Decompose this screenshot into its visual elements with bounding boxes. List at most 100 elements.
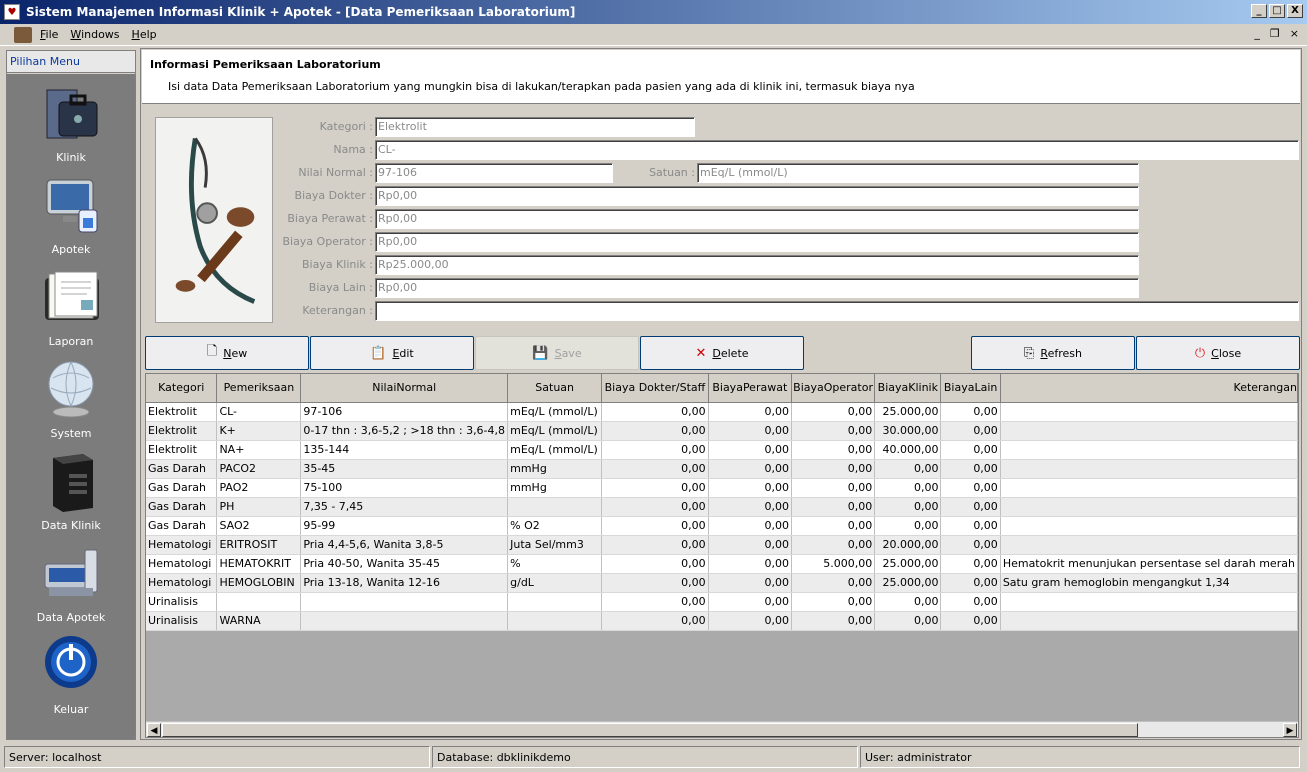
table-cell[interactable]: 0,00 — [874, 497, 942, 517]
biaya-lain-field[interactable]: Rp0,00 — [375, 278, 1139, 298]
table-cell[interactable]: Gas Darah — [146, 459, 218, 479]
table-cell[interactable]: 0,00 — [940, 592, 1001, 612]
table-cell[interactable]: 0,00 — [708, 611, 792, 631]
table-cell[interactable]: 0,00 — [791, 497, 876, 517]
table-row[interactable]: Gas Darah PAO2 75-100 mmHg 0,00 0,00 0,00 0,00 0… — [146, 478, 1298, 498]
table-cell[interactable]: 0,00 — [601, 611, 709, 631]
scrollbar-thumb[interactable] — [162, 723, 1138, 737]
table-cell[interactable]: 0,00 — [601, 440, 709, 460]
table-cell[interactable]: 0,00 — [601, 478, 709, 498]
menu-file[interactable]: File — [40, 28, 58, 41]
table-cell[interactable]: Pria 13-18, Wanita 12-16 — [300, 573, 509, 593]
table-cell[interactable]: Elektrolit — [146, 440, 218, 460]
table-cell[interactable]: 0,00 — [791, 592, 876, 612]
table-cell[interactable]: 135-144 — [300, 440, 509, 460]
table-cell[interactable] — [1000, 497, 1298, 517]
table-row[interactable]: Elektrolit K+ 0-17 thn : 3,6-5,2 ; >18 thn… — [146, 421, 1298, 441]
table-cell[interactable] — [1000, 478, 1298, 498]
table-cell[interactable]: mEq/L (mmol/L) — [507, 421, 603, 441]
kategori-field[interactable]: Elektrolit — [375, 117, 695, 137]
table-row[interactable]: Hematologi HEMOGLOBIN Pria 13-18, Wanita 1… — [146, 573, 1298, 593]
save-button[interactable]: 💾 Save — [475, 336, 639, 370]
mdi-close-button[interactable]: × — [1290, 27, 1299, 40]
table-cell[interactable]: 0,00 — [601, 497, 709, 517]
table-cell[interactable]: 25.000,00 — [874, 402, 942, 422]
nama-field[interactable]: CL- — [375, 140, 1299, 160]
table-cell[interactable]: 0,00 — [874, 516, 942, 536]
table-cell[interactable]: 0,00 — [940, 611, 1001, 631]
table-cell[interactable]: 0,00 — [601, 402, 709, 422]
table-cell[interactable]: Elektrolit — [146, 402, 218, 422]
sidebar-item-data-klinik[interactable]: Data Klinik — [7, 446, 135, 538]
refresh-button[interactable]: ⎘ Refresh — [971, 336, 1135, 370]
edit-button[interactable]: 📋 Edit — [310, 336, 474, 370]
table-cell[interactable]: 0,00 — [601, 592, 709, 612]
table-cell[interactable]: 0,00 — [940, 478, 1001, 498]
mdi-restore-button[interactable]: ❐ — [1270, 27, 1280, 40]
delete-button[interactable]: ✕ Delete — [640, 336, 804, 370]
table-cell[interactable]: Gas Darah — [146, 516, 218, 536]
biaya-dokter-field[interactable]: Rp0,00 — [375, 186, 1139, 206]
nilai-normal-field[interactable]: 97-106 — [375, 163, 613, 183]
table-cell[interactable]: Pria 40-50, Wanita 35-45 — [300, 554, 509, 574]
table-cell[interactable]: 0,00 — [601, 459, 709, 479]
column-header[interactable]: Pemeriksaan — [216, 374, 302, 403]
table-cell[interactable]: 0,00 — [874, 478, 942, 498]
table-cell[interactable]: Hematokrit menunjukan persentase sel dar… — [1000, 554, 1298, 574]
table-cell[interactable]: PACO2 — [216, 459, 302, 479]
table-cell[interactable]: 0,00 — [708, 497, 792, 517]
table-cell[interactable]: Elektrolit — [146, 421, 218, 441]
table-cell[interactable]: 0,00 — [601, 573, 709, 593]
table-cell[interactable] — [1000, 516, 1298, 536]
table-cell[interactable]: 0,00 — [708, 592, 792, 612]
minimize-button[interactable]: _ — [1251, 4, 1267, 18]
table-cell[interactable]: Gas Darah — [146, 497, 218, 517]
table-cell[interactable]: 35-45 — [300, 459, 509, 479]
table-cell[interactable]: 0,00 — [940, 497, 1001, 517]
table-cell[interactable]: 0,00 — [601, 554, 709, 574]
column-header[interactable]: BiayaLain — [940, 374, 1001, 403]
keterangan-field[interactable] — [375, 301, 1299, 321]
table-cell[interactable]: K+ — [216, 421, 302, 441]
table-cell[interactable]: 0,00 — [601, 516, 709, 536]
table-cell[interactable]: Urinalisis — [146, 592, 218, 612]
table-cell[interactable]: 97-106 — [300, 402, 509, 422]
table-cell[interactable] — [1000, 592, 1298, 612]
table-cell[interactable]: 0,00 — [708, 421, 792, 441]
biaya-perawat-field[interactable]: Rp0,00 — [375, 209, 1139, 229]
table-cell[interactable]: 0,00 — [874, 592, 942, 612]
table-cell[interactable]: 0,00 — [791, 573, 876, 593]
table-cell[interactable] — [1000, 421, 1298, 441]
table-row[interactable]: Elektrolit NA+ 135-144 mEq/L (mmol/L) 0,00 0,… — [146, 440, 1298, 460]
table-cell[interactable]: 25.000,00 — [874, 554, 942, 574]
sidebar-item-system[interactable]: System — [7, 354, 135, 446]
table-cell[interactable]: mmHg — [507, 459, 603, 479]
column-header[interactable]: Satuan — [507, 374, 603, 403]
table-cell[interactable]: 0,00 — [791, 516, 876, 536]
menu-windows[interactable]: Windows — [70, 28, 119, 41]
column-header[interactable]: BiayaPerawat — [708, 374, 792, 403]
column-header[interactable]: NilaiNormal — [300, 374, 509, 403]
table-cell[interactable]: Hematologi — [146, 554, 218, 574]
table-cell[interactable]: PH — [216, 497, 302, 517]
table-cell[interactable]: Satu gram hemoglobin mengangkut 1,34 — [1000, 573, 1298, 593]
table-cell[interactable]: Urinalisis — [146, 611, 218, 631]
table-cell[interactable]: 0,00 — [940, 440, 1001, 460]
table-cell[interactable]: 0-17 thn : 3,6-5,2 ; >18 thn : 3,6-4,8 — [300, 421, 509, 441]
table-cell[interactable]: 0,00 — [940, 535, 1001, 555]
satuan-field[interactable]: mEq/L (mmol/L) — [697, 163, 1139, 183]
table-cell[interactable]: Hematologi — [146, 535, 218, 555]
column-header[interactable]: BiayaKlinik — [874, 374, 942, 403]
table-cell[interactable]: CL- — [216, 402, 302, 422]
column-header[interactable]: Biaya Dokter/Staff — [601, 374, 709, 403]
menu-help[interactable]: Help — [132, 28, 157, 41]
table-cell[interactable]: 30.000,00 — [874, 421, 942, 441]
table-row[interactable]: Hematologi ERITROSIT Pria 4,4-5,6, Wanita … — [146, 535, 1298, 555]
table-cell[interactable] — [1000, 402, 1298, 422]
sidebar-item-data-apotek[interactable]: Data Apotek — [7, 538, 135, 630]
table-cell[interactable]: % O2 — [507, 516, 603, 536]
table-cell[interactable]: 75-100 — [300, 478, 509, 498]
table-cell[interactable]: 0,00 — [708, 402, 792, 422]
table-cell[interactable] — [507, 611, 603, 631]
table-row[interactable]: Urinalisis 0,00 0,00 0,00 0,00 0,00 — [146, 592, 1298, 612]
